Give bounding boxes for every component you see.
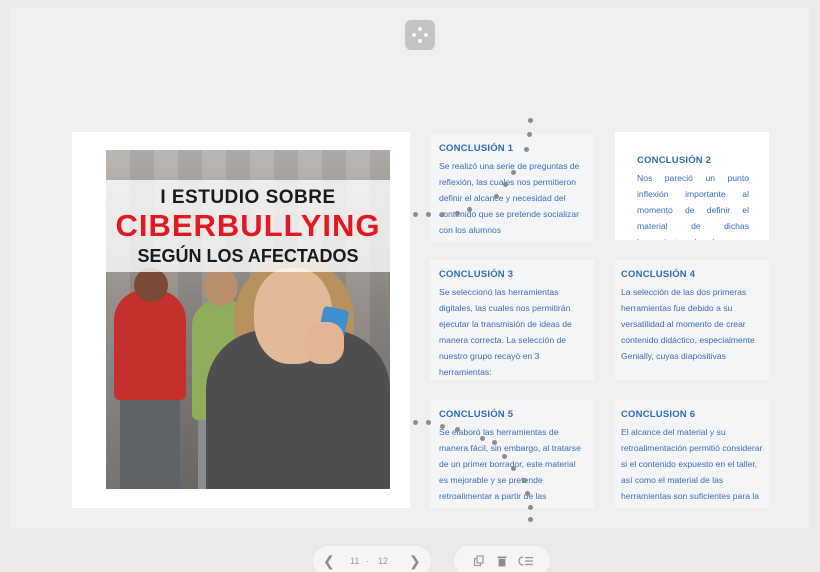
chevron-left-icon[interactable]: ❮ — [323, 553, 335, 570]
path-handle[interactable] — [426, 212, 431, 217]
poster-title-line2: CIBERBULLYING — [115, 208, 381, 243]
path-handle[interactable] — [426, 420, 431, 425]
slide-pager: ❮ 11 · 12 ❯ — [313, 546, 431, 572]
conclusion-card-1[interactable]: CONCLUSIÓN 1 Se realizó una serie de pre… — [430, 134, 594, 242]
path-handle[interactable] — [455, 427, 460, 432]
path-handle[interactable] — [413, 420, 418, 425]
path-handle[interactable] — [467, 207, 472, 212]
trash-icon[interactable] — [496, 555, 508, 567]
conclusion-text: La selección de las dos primeras herrami… — [621, 287, 755, 361]
conclusion-text: Nos pareció un punto inflexión important… — [637, 173, 749, 240]
path-handle[interactable] — [528, 517, 533, 522]
conclusion-title: CONCLUSIÓN 1 — [439, 143, 514, 154]
path-handle[interactable] — [528, 505, 533, 510]
conclusion-card-2[interactable]: CONCLUSIÓN 2 Nos pareció un punto inflex… — [615, 132, 769, 240]
conclusion-text: El alcance del material y su retroalimen… — [621, 427, 763, 501]
path-handle[interactable] — [455, 211, 460, 216]
conclusion-title: CONCLUSIÓN 4 — [621, 269, 696, 280]
path-handle[interactable] — [528, 118, 533, 123]
conclusion-title: CONCLUSIÓN 5 — [439, 409, 514, 420]
conclusion-title: CONCLUSION 6 — [621, 409, 696, 420]
conclusion-card-6[interactable]: CONCLUSION 6 El alcance del material y s… — [615, 400, 769, 508]
path-handle[interactable] — [494, 194, 499, 199]
path-handle[interactable] — [440, 212, 445, 217]
conclusion-text: Se seleccionó las herramientas digitales… — [439, 287, 572, 377]
path-handle[interactable] — [492, 440, 497, 445]
path-handle[interactable] — [503, 182, 508, 187]
path-handle[interactable] — [511, 170, 516, 175]
conclusion-card-4[interactable]: CONCLUSIÓN 4 La selección de las dos pri… — [615, 260, 769, 380]
path-handle[interactable] — [502, 454, 507, 459]
chevron-right-icon[interactable]: ❯ — [409, 553, 421, 570]
path-handle[interactable] — [527, 132, 532, 137]
path-handle[interactable] — [440, 424, 445, 429]
path-handle[interactable] — [525, 491, 530, 496]
total-slide-count: 12 — [378, 556, 389, 566]
ciberbullying-poster-image[interactable]: I ESTUDIO SOBRE CIBERBULLYING SEGÚN LOS … — [106, 150, 390, 489]
path-handle[interactable] — [524, 147, 529, 152]
conclusion-card-3[interactable]: CONCLUSIÓN 3 Se seleccionó las herramien… — [430, 260, 594, 380]
conclusion-title: CONCLUSIÓN 2 — [637, 155, 712, 166]
path-handle[interactable] — [413, 212, 418, 217]
path-handle[interactable] — [522, 478, 527, 483]
girl-hand — [304, 322, 344, 364]
reorder-icon[interactable] — [518, 555, 534, 567]
person-red-jacket — [114, 290, 186, 400]
path-handle[interactable] — [511, 466, 516, 471]
path-handle[interactable] — [480, 436, 485, 441]
conclusion-title: CONCLUSIÓN 3 — [439, 269, 514, 280]
current-slide-number: 11 — [350, 556, 360, 566]
pager-separator: · — [366, 556, 369, 566]
duplicate-icon[interactable] — [473, 555, 485, 567]
move-handle-icon[interactable] — [405, 20, 435, 50]
conclusion-card-5[interactable]: CONCLUSIÓN 5 Se elaboró las herramientas… — [430, 400, 594, 508]
slide-toolbar — [454, 546, 550, 572]
poster-title-line3: SEGÚN LOS AFECTADOS — [137, 246, 359, 266]
poster-title-line1: I ESTUDIO SOBRE — [160, 187, 336, 208]
